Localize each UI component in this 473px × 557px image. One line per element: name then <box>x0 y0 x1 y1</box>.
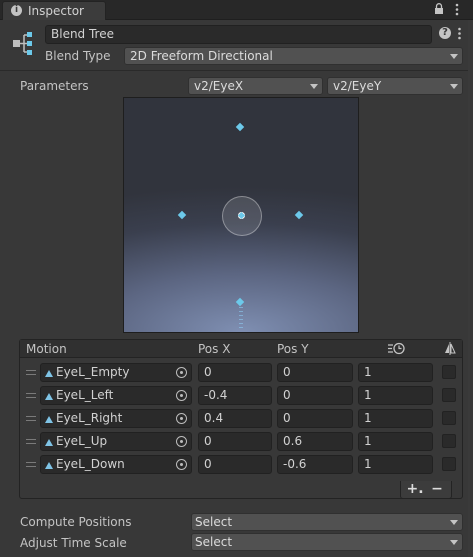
speed-field-row-1[interactable]: 1 <box>358 386 433 405</box>
parameters-label: Parameters <box>20 79 89 93</box>
pos-y-field-row-1[interactable]: 0 <box>277 386 353 405</box>
adjust-time-scale-label: Adjust Time Scale <box>20 536 127 550</box>
blend-type-label: Blend Type <box>45 49 111 63</box>
header-motion: Motion <box>26 342 67 356</box>
header-pos-x: Pos X <box>198 342 231 356</box>
compute-positions-label: Compute Positions <box>20 515 132 529</box>
mirror-checkbox-row-2[interactable] <box>442 411 456 425</box>
tab-inspector-label: Inspector <box>28 4 84 18</box>
chevron-down-icon <box>450 540 458 545</box>
param-y-dropdown[interactable]: v2/EyeY <box>327 77 463 95</box>
motion-field-row-1[interactable]: EyeL_Left <box>40 386 192 405</box>
pos-x-field-row-4[interactable]: 0 <box>198 455 272 474</box>
time-scale-icon <box>387 342 405 355</box>
help-icon[interactable]: ? <box>439 27 451 39</box>
scrollbar[interactable] <box>468 20 473 557</box>
settings-kebab-icon[interactable] <box>457 27 462 40</box>
kebab-menu-icon[interactable] <box>454 3 460 16</box>
add-motion-button[interactable]: +. <box>405 481 425 497</box>
pos-y-field-row-3[interactable]: 0.6 <box>277 432 353 451</box>
divider <box>0 70 468 71</box>
speed-field-row-0[interactable]: 1 <box>358 363 433 382</box>
object-picker-icon[interactable] <box>176 436 187 447</box>
mirror-checkbox-row-3[interactable] <box>442 434 456 448</box>
mirror-checkbox-row-0[interactable] <box>442 365 456 379</box>
pos-y-field-row-2[interactable]: 0 <box>277 409 353 428</box>
sample-point-right[interactable] <box>294 210 304 220</box>
motion-field-row-3[interactable]: EyeL_Up <box>40 432 192 451</box>
object-picker-icon[interactable] <box>176 390 187 401</box>
param-y-value: v2/EyeY <box>333 79 382 93</box>
blend-space-graph[interactable] <box>123 97 359 333</box>
mirror-checkbox-row-1[interactable] <box>442 388 456 402</box>
motion-name: EyeL_Down <box>56 457 125 471</box>
motion-name: EyeL_Right <box>56 411 123 425</box>
speed-field-row-3[interactable]: 1 <box>358 432 433 451</box>
param-x-dropdown[interactable]: v2/EyeX <box>188 77 323 95</box>
compute-positions-value: Select <box>195 515 233 529</box>
adjust-time-scale-dropdown[interactable]: Select <box>191 533 463 551</box>
blend-tree-name-field[interactable]: Blend Tree <box>45 25 432 44</box>
blend-type-dropdown[interactable]: 2D Freeform Directional <box>124 47 463 65</box>
chevron-down-icon <box>450 84 458 89</box>
down-trail <box>239 307 243 329</box>
lock-icon[interactable] <box>434 3 444 15</box>
row-drag-handle[interactable] <box>26 439 36 444</box>
header-pos-y: Pos Y <box>277 342 309 356</box>
chevron-down-icon <box>310 84 318 89</box>
sample-point-down[interactable] <box>235 297 245 307</box>
blend-tree-motion-icon <box>45 439 53 446</box>
row-drag-handle[interactable] <box>26 462 36 467</box>
blend-tree-motion-icon <box>45 370 53 377</box>
chevron-down-icon <box>450 54 458 59</box>
blend-type-value: 2D Freeform Directional <box>130 49 273 63</box>
mirror-icon <box>444 341 456 356</box>
motion-field-row-4[interactable]: EyeL_Down <box>40 455 192 474</box>
param-x-value: v2/EyeX <box>194 79 244 93</box>
sample-point-up[interactable] <box>235 122 245 132</box>
blend-tree-motion-icon <box>45 393 53 400</box>
motion-name: EyeL_Up <box>56 434 108 448</box>
pos-x-field-row-0[interactable]: 0 <box>198 363 272 382</box>
chevron-down-icon <box>450 520 458 525</box>
motion-name: EyeL_Empty <box>56 365 130 379</box>
blend-tree-motion-icon <box>45 416 53 423</box>
compute-positions-dropdown[interactable]: Select <box>191 513 463 531</box>
pos-x-field-row-3[interactable]: 0 <box>198 432 272 451</box>
pos-x-field-row-1[interactable]: -0.4 <box>198 386 272 405</box>
row-drag-handle[interactable] <box>26 416 36 421</box>
object-picker-icon[interactable] <box>176 459 187 470</box>
tab-inspector[interactable]: i Inspector <box>2 1 106 20</box>
blend-tree-motion-icon <box>45 462 53 469</box>
pos-y-field-row-0[interactable]: 0 <box>277 363 353 382</box>
sample-point-left[interactable] <box>177 210 187 220</box>
remove-motion-button[interactable]: − <box>428 481 446 497</box>
blend-tree-icon <box>9 30 35 56</box>
object-picker-icon[interactable] <box>176 413 187 424</box>
speed-field-row-2[interactable]: 1 <box>358 409 433 428</box>
motion-field-row-0[interactable]: EyeL_Empty <box>40 363 192 382</box>
mirror-checkbox-row-4[interactable] <box>442 457 456 471</box>
motion-name: EyeL_Left <box>56 388 114 402</box>
adjust-time-scale-value: Select <box>195 535 233 549</box>
pos-x-field-row-2[interactable]: 0.4 <box>198 409 272 428</box>
object-picker-icon[interactable] <box>176 367 187 378</box>
row-drag-handle[interactable] <box>26 393 36 398</box>
speed-field-row-4[interactable]: 1 <box>358 455 433 474</box>
info-icon: i <box>11 5 22 16</box>
motion-field-row-2[interactable]: EyeL_Right <box>40 409 192 428</box>
row-drag-handle[interactable] <box>26 370 36 375</box>
pos-y-field-row-4[interactable]: -0.6 <box>277 455 353 474</box>
